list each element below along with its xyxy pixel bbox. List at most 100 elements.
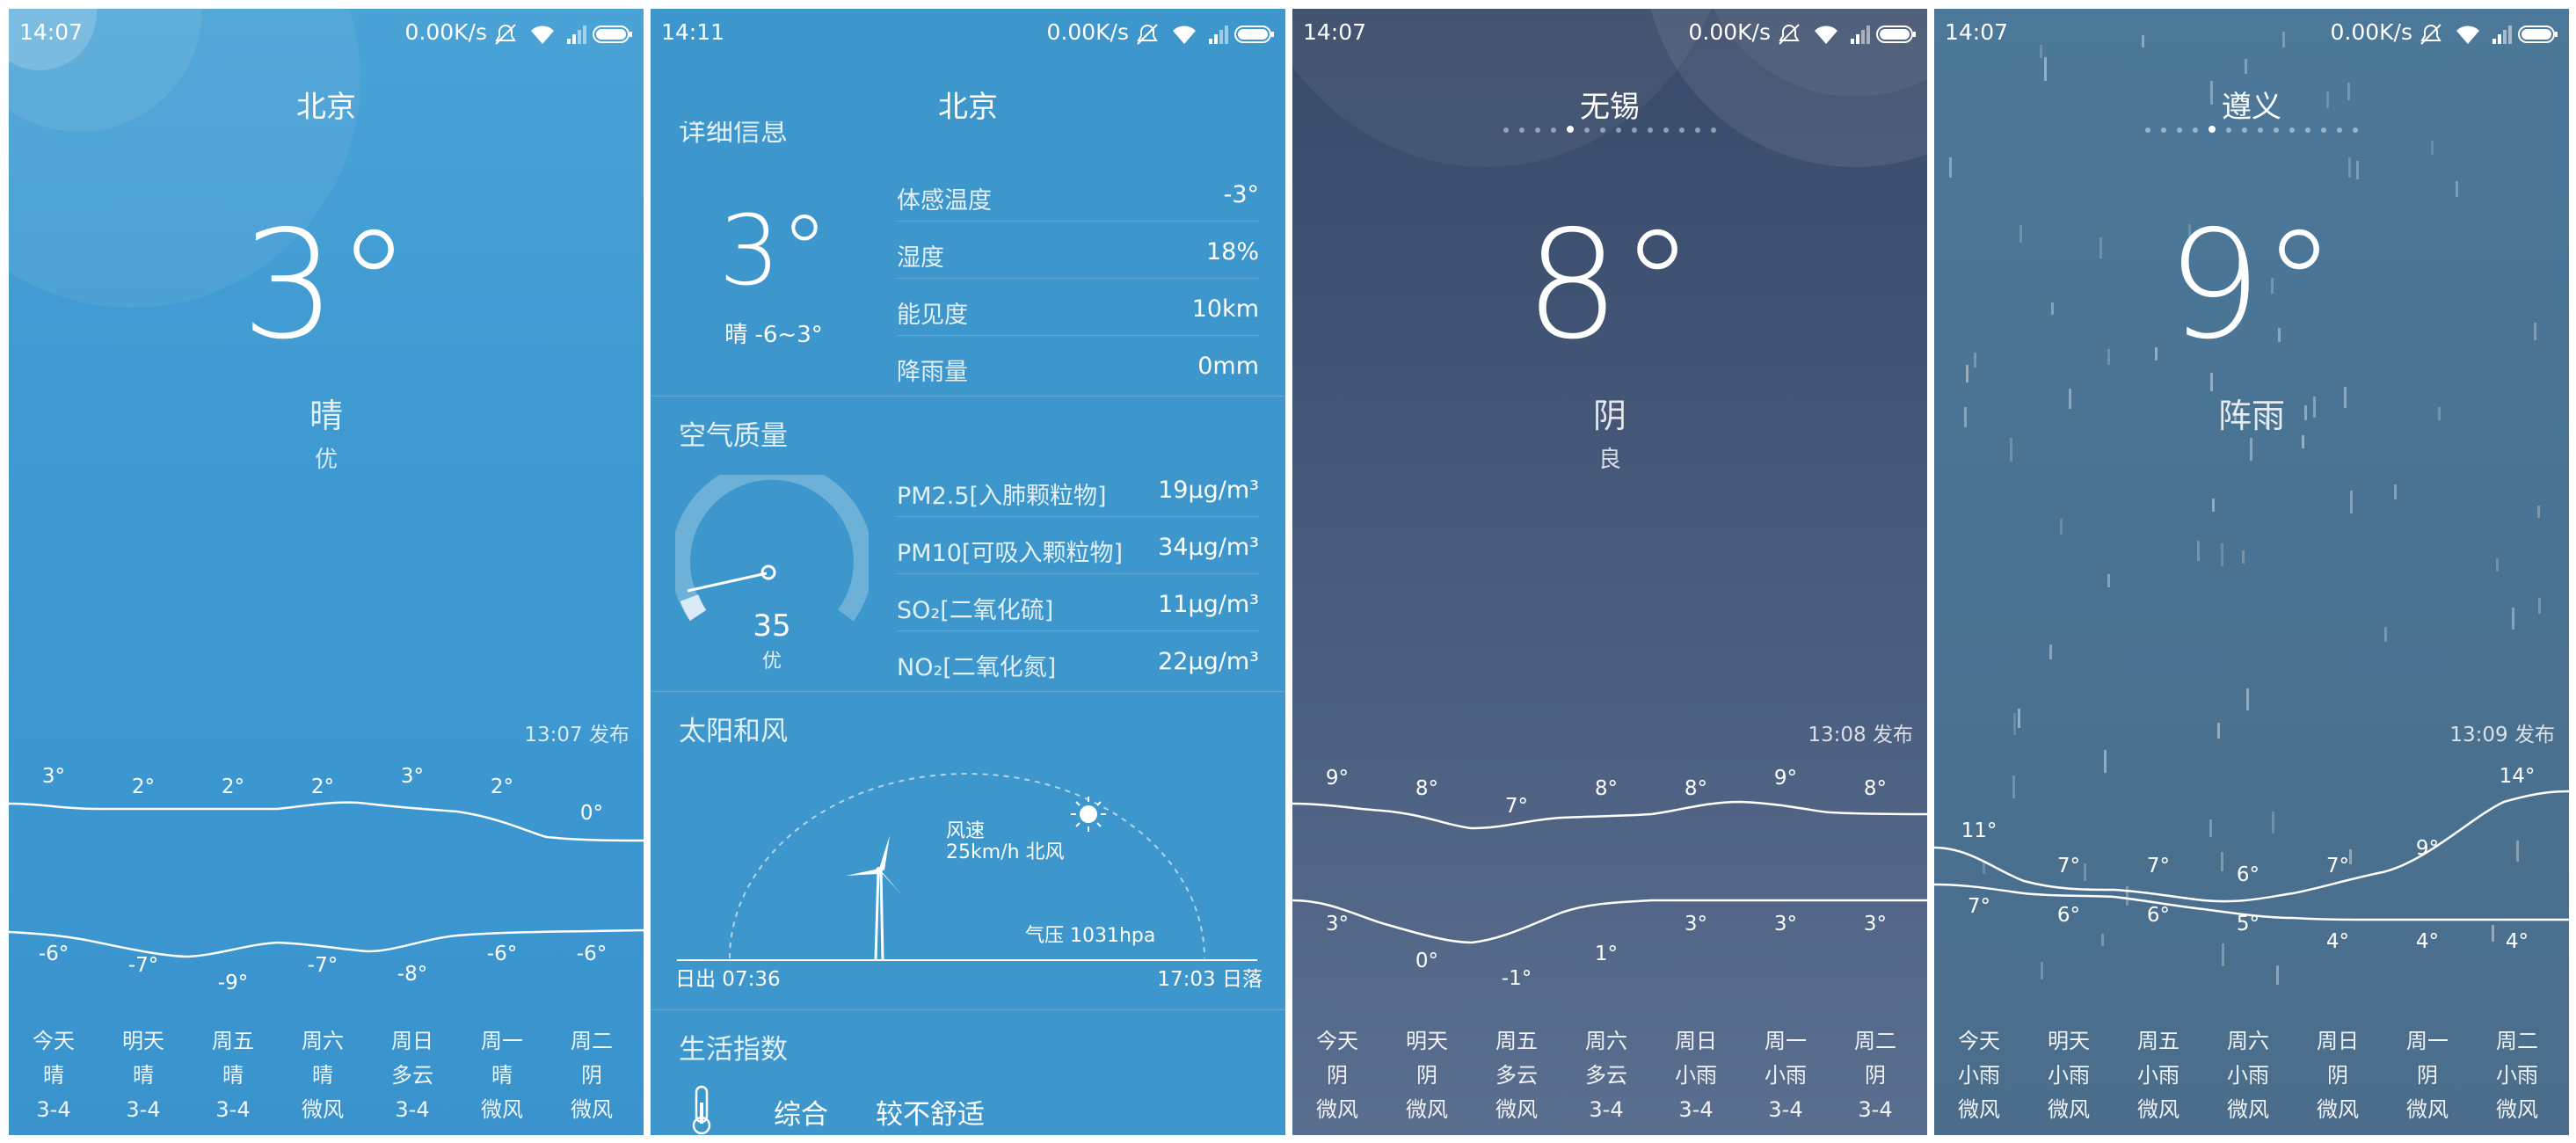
pollutant-value: 22μg/m³	[1158, 648, 1259, 675]
day-name: 明天	[2048, 1029, 2090, 1053]
sun-wind-diagram	[677, 773, 1257, 961]
raindrop	[2456, 181, 2458, 197]
low-temp-label: 4°	[2326, 930, 2349, 953]
wifi-icon	[1815, 25, 1837, 44]
day-condition: 小雨	[2137, 1063, 2179, 1088]
low-temp-label: -7°	[128, 954, 158, 977]
status-bar: 14:07 0.00K/s	[1934, 9, 2569, 56]
day-wind: 微风	[2227, 1097, 2269, 1122]
day-wind: 微风	[1316, 1097, 1358, 1122]
low-temp-label: 7°	[1968, 895, 1990, 918]
detail-value: 0mm	[1197, 353, 1259, 380]
detail-value: 18%	[1205, 238, 1259, 266]
high-temp-label: 3°	[401, 765, 424, 788]
divider	[651, 691, 1285, 692]
day-name: 今天	[33, 1029, 75, 1053]
status-time: 14:07	[19, 19, 84, 45]
raindrop	[1966, 365, 1968, 382]
day-name: 周五	[2137, 1029, 2179, 1053]
forecast-day: 周五晴 3-4	[188, 1024, 278, 1127]
forecast-day: 周六 小雨 微风	[2203, 1024, 2293, 1127]
page-indicator[interactable]	[1292, 126, 1927, 133]
battery-icon	[1876, 25, 1916, 43]
day-wind: 微风	[2406, 1097, 2449, 1122]
day-wind: 3-4	[395, 1097, 430, 1122]
mute-icon	[1137, 24, 1158, 45]
low-temp-label: 3°	[1774, 913, 1797, 936]
current-temperature: 9°	[2166, 199, 2337, 373]
forecast-day: 周日 小雨 3-4	[1651, 1024, 1741, 1127]
signal-icon	[1851, 25, 1870, 44]
day-name: 明天	[1406, 1029, 1448, 1053]
low-temp-label: 3°	[1326, 913, 1349, 936]
low-temp-label: -9°	[218, 972, 248, 994]
high-temp-label: 9°	[1774, 767, 1797, 790]
divider	[897, 573, 1259, 574]
high-temp-curve	[1292, 800, 1927, 830]
pollutant-value: 11μg/m³	[1158, 591, 1259, 618]
aqi-value: 35	[753, 608, 791, 644]
low-temp-label: 4°	[2416, 930, 2439, 953]
day-name: 今天	[1958, 1029, 2000, 1053]
status-time: 14:11	[661, 19, 725, 45]
day-condition: 小雨	[1675, 1063, 1717, 1088]
raindrop	[2107, 574, 2110, 587]
day-condition: 小雨	[2048, 1063, 2090, 1088]
day-condition: 多云	[1495, 1063, 1538, 1088]
low-temp-label: 0°	[1415, 950, 1438, 972]
day-name: 周五	[1495, 1029, 1538, 1053]
low-temp-label: 3°	[1685, 913, 1707, 936]
raindrop	[2212, 499, 2215, 512]
wind-value: 25km/h 北风	[946, 841, 1065, 863]
detail-temp-range: 晴 -6~3°	[724, 322, 823, 348]
raindrop	[2060, 519, 2063, 535]
forecast-day: 周一阴微风	[2383, 1024, 2472, 1127]
day-wind: 微风	[302, 1097, 344, 1122]
day-condition: 阴	[1416, 1063, 1437, 1088]
city-name[interactable]: 北京	[651, 83, 1285, 126]
day-condition: 小雨	[1765, 1063, 1807, 1088]
life-index-item[interactable]: 综合	[774, 1092, 828, 1132]
beijing-forecast-screen: 14:07 0.00K/s 北京 3° 晴 优 13:07 发布 3° 2° 2…	[9, 9, 644, 1135]
city-name[interactable]: 无锡	[1292, 83, 1927, 126]
day-name: 周五	[212, 1029, 254, 1053]
forecast-day: 明天阴微风	[1382, 1024, 1472, 1127]
high-temp-label: 8°	[1595, 777, 1618, 800]
day-wind: 微风	[2048, 1097, 2090, 1122]
raindrop	[2394, 484, 2397, 499]
day-condition: 阴	[2417, 1063, 2438, 1088]
low-temp-label: -1°	[1502, 967, 1532, 990]
day-condition: 小雨	[2227, 1063, 2269, 1088]
raindrop	[2221, 543, 2223, 566]
low-temp-label: -6°	[577, 943, 607, 965]
low-temp-label: 5°	[2237, 913, 2259, 936]
raindrop	[2242, 550, 2245, 564]
day-condition: 晴	[133, 1063, 154, 1088]
city-name[interactable]: 北京	[9, 83, 644, 126]
high-temp-label: 7°	[1505, 795, 1528, 818]
city-name[interactable]: 遵义	[1934, 83, 2569, 126]
page-indicator[interactable]	[1934, 126, 2569, 133]
raindrop	[2245, 59, 2247, 74]
status-icons	[2418, 23, 2558, 46]
network-speed: 0.00K/s	[2330, 19, 2412, 45]
beijing-details-screen[interactable]: 14:11 0.00K/s 北京 详细信息 3° 晴 -6~3° 体感温度 -3°…	[651, 9, 1285, 1135]
air-quality-label[interactable]: 优	[9, 441, 644, 474]
high-temp-label: 2°	[311, 775, 334, 798]
wind-info: 风速 25km/h 北风	[946, 821, 1065, 863]
day-name: 明天	[122, 1029, 164, 1053]
day-wind: 微风	[1495, 1097, 1538, 1122]
low-temp-label: 3°	[1864, 913, 1887, 936]
high-temp-label: 2°	[222, 775, 244, 798]
day-condition: 阴	[1327, 1063, 1348, 1088]
status-icons	[1776, 23, 1917, 46]
air-quality-label[interactable]: 良	[1292, 441, 1927, 474]
raindrop	[2013, 713, 2016, 735]
raindrop	[2044, 57, 2047, 81]
weather-condition: 阵雨	[2217, 397, 2285, 435]
mute-icon	[495, 24, 516, 45]
day-wind: 3-4	[1858, 1097, 1893, 1122]
high-temp-label: 2°	[132, 775, 155, 798]
day-name: 周日	[1675, 1029, 1717, 1053]
network-speed: 0.00K/s	[1046, 19, 1129, 45]
